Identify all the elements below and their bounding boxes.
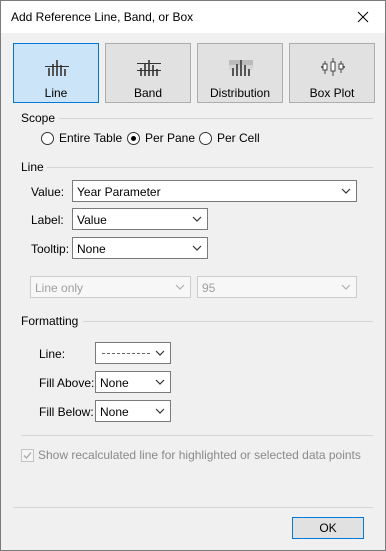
reference-band-icon (137, 60, 161, 76)
type-line-button[interactable]: Line (13, 43, 99, 103)
reference-line-icon (45, 60, 69, 76)
fill-below-label: Fill Below: (39, 405, 94, 419)
format-line-label: Line: (39, 347, 66, 361)
value-select-text: Year Parameter (77, 185, 161, 199)
label-label: Label: (31, 213, 64, 227)
close-icon (357, 11, 369, 23)
chevron-down-icon (155, 379, 165, 385)
label-select[interactable]: Value (72, 208, 208, 230)
line-heading: Line (21, 160, 44, 174)
type-box-plot-label: Box Plot (309, 86, 355, 100)
line-mode-select-text: Line only (35, 281, 84, 295)
reference-line-dialog: Add Reference Line, Band, or Box Line Ba… (0, 0, 386, 551)
close-button[interactable] (353, 7, 373, 27)
chevron-down-icon (175, 284, 185, 290)
fill-below-select[interactable]: None (95, 400, 171, 422)
dialog-title: Add Reference Line, Band, or Box (11, 10, 194, 24)
fill-above-label: Fill Above: (39, 376, 95, 390)
title-bar: Add Reference Line, Band, or Box (1, 1, 385, 33)
line-mode-select: Line only (30, 276, 191, 298)
scope-entire-table-label: Entire Table (59, 131, 123, 145)
scope-divider (59, 118, 373, 119)
line-divider (47, 167, 373, 168)
chevron-down-icon (341, 188, 351, 194)
type-band-label: Band (133, 86, 163, 100)
chevron-down-icon (155, 408, 165, 414)
type-line-label: Line (44, 86, 68, 100)
type-band-button[interactable]: Band (105, 43, 191, 103)
chevron-down-icon (192, 245, 202, 251)
type-distribution-label: Distribution (209, 86, 271, 100)
show-recalculated-label: Show recalculated line for highlighted o… (38, 448, 361, 462)
scope-heading: Scope (21, 111, 56, 125)
tooltip-label: Tooltip: (31, 242, 70, 256)
chevron-down-icon (341, 284, 351, 290)
chevron-down-icon (155, 350, 165, 356)
fill-below-select-text: None (100, 405, 129, 419)
tooltip-select[interactable]: None (72, 237, 208, 259)
footer-divider (13, 507, 373, 508)
checkbox-divider (21, 435, 373, 436)
value-label: Value: (31, 185, 65, 199)
fill-above-select[interactable]: None (95, 371, 171, 393)
scope-per-pane-label: Per Pane (145, 131, 196, 145)
type-distribution-button[interactable]: Distribution (197, 43, 283, 103)
formatting-heading: Formatting (21, 314, 79, 328)
box-plot-icon (321, 58, 345, 76)
checkmark-icon (23, 452, 32, 459)
ok-button[interactable]: OK (292, 517, 364, 539)
tooltip-select-text: None (77, 242, 106, 256)
chevron-down-icon (192, 216, 202, 222)
confidence-select-text: 95 (202, 281, 216, 295)
dashed-line-style-icon (102, 353, 150, 354)
line-style-select[interactable] (95, 342, 171, 364)
scope-per-cell-label: Per Cell (217, 131, 260, 145)
type-box-plot-button[interactable]: Box Plot (289, 43, 375, 103)
confidence-select: 95 (197, 276, 357, 298)
formatting-divider (83, 321, 373, 322)
distribution-icon (229, 60, 253, 76)
value-select[interactable]: Year Parameter (72, 180, 357, 202)
fill-above-select-text: None (100, 376, 129, 390)
label-select-text: Value (77, 213, 107, 227)
